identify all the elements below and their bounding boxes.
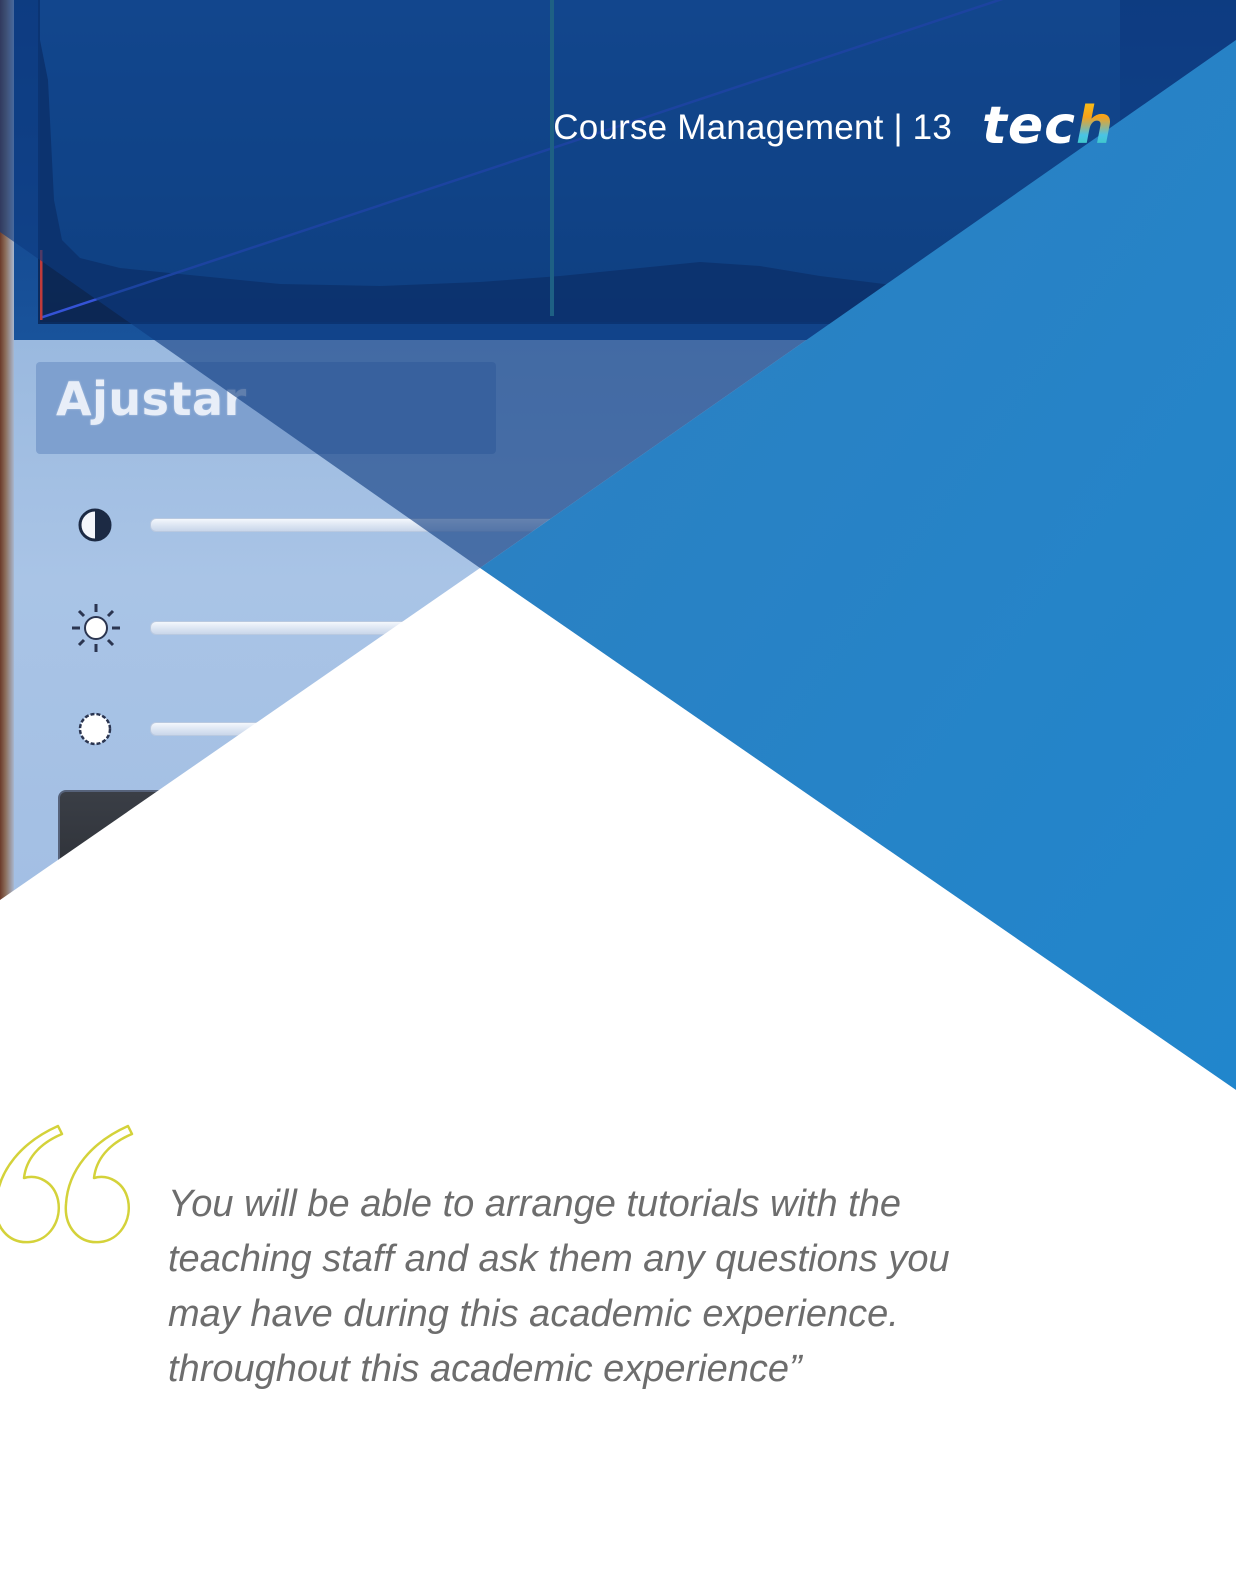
quote-mark-icon: [0, 1124, 134, 1244]
header-title: Course Management | 13: [553, 108, 953, 147]
quote-line: throughout this academic experience”: [168, 1348, 802, 1390]
quote-line: teaching staff and ask them any question…: [168, 1238, 950, 1280]
quote-text: You will be able to arrange tutorials wi…: [168, 1177, 988, 1397]
tech-logo: tech: [982, 100, 1114, 152]
page-header: Course Management | 13 tech: [553, 100, 1114, 156]
brochure-page: Ajustar Course Management | 13 tech You …: [0, 0, 1236, 1588]
logo-main: tec: [982, 96, 1076, 156]
quote-line: may have during this academic experience…: [168, 1293, 899, 1335]
quote-line: You will be able to arrange tutorials wi…: [168, 1183, 901, 1225]
logo-accent: h: [1075, 96, 1114, 156]
